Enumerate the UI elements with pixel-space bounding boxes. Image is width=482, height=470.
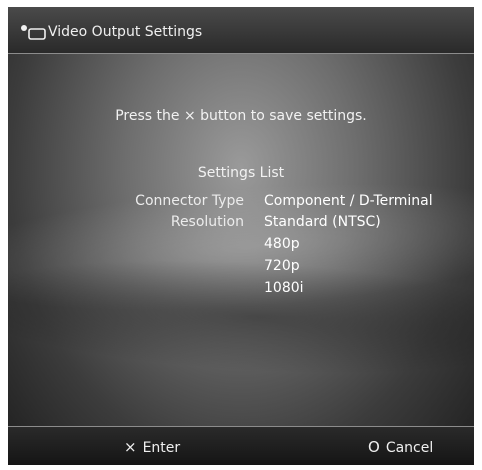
resolution-item: 720p: [264, 258, 300, 274]
settings-list-title: Settings List: [197, 165, 285, 181]
page-title: Video Output Settings: [48, 24, 203, 40]
resolution-label: Resolution: [170, 214, 244, 230]
enter-button[interactable]: × Enter: [124, 438, 180, 456]
resolution-item: 480p: [264, 236, 300, 252]
footer-bar: × Enter O Cancel: [8, 426, 474, 465]
circle-button-icon: O: [368, 438, 380, 456]
cancel-button[interactable]: O Cancel: [368, 438, 433, 456]
connector-type-value: Component / D-Terminal: [264, 193, 433, 209]
enter-label: Enter: [142, 440, 181, 456]
ps-controller-icon: [21, 25, 46, 40]
save-instruction: Press the × button to save settings.: [115, 108, 367, 124]
resolution-item: Standard (NTSC): [264, 214, 381, 230]
resolution-item: 1080i: [264, 280, 304, 296]
cross-button-icon: ×: [124, 438, 137, 456]
header-bar: Video Output Settings: [8, 7, 474, 54]
connector-type-label: Connector Type: [135, 193, 244, 209]
screen: Video Output Settings Press the × button…: [8, 7, 474, 465]
cancel-label: Cancel: [385, 440, 434, 456]
